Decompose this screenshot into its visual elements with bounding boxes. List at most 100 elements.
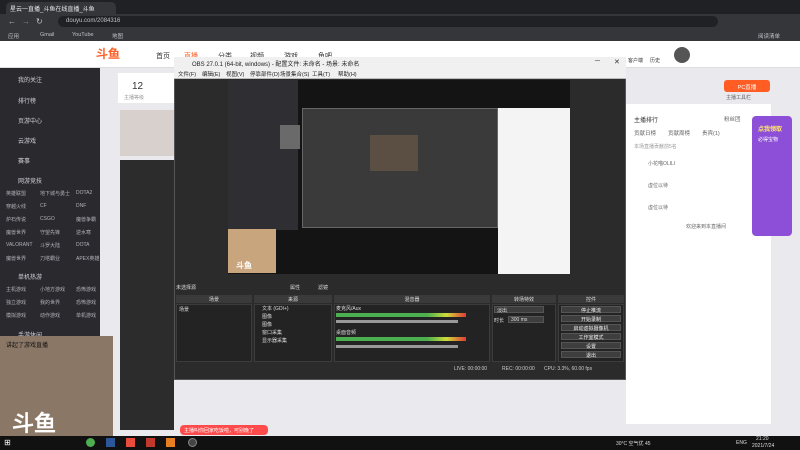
rank-row-3[interactable]: 虚位以待 xyxy=(648,204,668,211)
settings-button[interactable]: 设置 xyxy=(561,342,621,350)
app-icon[interactable] xyxy=(146,438,155,447)
chrome-icon[interactable] xyxy=(86,438,95,447)
sidebar-game[interactable]: 穿越火线 xyxy=(6,203,26,210)
tab-weekly-rank[interactable]: 贡献周榜 xyxy=(668,129,690,137)
browser-tab[interactable]: 星云一直播_斗鱼在线直播_斗鱼 xyxy=(6,2,116,14)
back-icon[interactable]: ← xyxy=(8,17,16,26)
sidebar-game[interactable]: DNF xyxy=(76,203,86,209)
weather-status[interactable]: 30°C 空气优 45 xyxy=(616,440,651,447)
exit-button[interactable]: 退出 xyxy=(561,351,621,359)
tab-streamer-rank[interactable]: 主播排行 xyxy=(634,115,658,124)
desktop-volume-meter xyxy=(336,337,466,341)
header-history[interactable]: 历史 xyxy=(650,57,660,64)
desktop-volume-slider[interactable] xyxy=(336,345,458,348)
source-item[interactable]: 显示器采集 xyxy=(262,337,287,344)
scene-item[interactable]: 场景 xyxy=(179,306,189,313)
tab-fan-club[interactable]: 粉丝团 xyxy=(724,115,741,123)
sidebar-game[interactable]: 动作游戏 xyxy=(40,312,60,319)
rank-row-1[interactable]: 小花喵OLILI xyxy=(648,160,675,167)
header-client[interactable]: 客户端 xyxy=(628,57,643,64)
menu-tools[interactable]: 工具(T) xyxy=(312,70,330,78)
avatar[interactable] xyxy=(674,47,690,63)
sidebar-game[interactable]: 主机游戏 xyxy=(6,286,26,293)
pc-live-button[interactable]: PC直播 xyxy=(724,80,770,92)
duration-input[interactable]: 300 ms xyxy=(508,316,544,323)
mic-volume-slider[interactable] xyxy=(336,320,458,323)
reload-icon[interactable]: ↻ xyxy=(36,17,43,26)
rank-row-2[interactable]: 虚位以待 xyxy=(648,182,668,189)
streamer-avatar[interactable] xyxy=(120,110,174,156)
menu-docks[interactable]: 停靠部件(D) xyxy=(250,70,280,78)
menu-scene-collection[interactable]: 场景集合(S) xyxy=(280,70,309,78)
douyu-logo[interactable]: 斗鱼 xyxy=(96,45,136,63)
sidebar-game[interactable]: 地下城与勇士 xyxy=(40,190,70,197)
menu-edit[interactable]: 编辑(E) xyxy=(202,70,220,78)
windows-start-icon[interactable]: ⊞ xyxy=(4,438,11,447)
sidebar-game[interactable]: 独立游戏 xyxy=(6,299,26,306)
sidebar-item-webgame[interactable]: 页游中心 xyxy=(18,116,42,125)
properties-button[interactable]: 属性 xyxy=(290,284,300,291)
sidebar-game[interactable]: APEX英雄 xyxy=(76,255,99,262)
tab-vip[interactable]: 贵宾(1) xyxy=(702,129,720,137)
sidebar-item-cloudgame[interactable]: 云游戏 xyxy=(18,136,36,145)
filters-button[interactable]: 滤镜 xyxy=(318,284,328,291)
word-icon[interactable] xyxy=(106,438,115,447)
start-recording-button[interactable]: 开始录制 xyxy=(561,315,621,323)
sidebar-game[interactable]: 我的世界 xyxy=(40,299,60,306)
reading-list[interactable]: 阅读清单 xyxy=(758,32,780,40)
notification-banner[interactable]: 主播叫你回家吃饭啦，可别晚了 xyxy=(180,425,268,435)
bookmark-apps[interactable]: 应用 xyxy=(8,32,19,40)
sidebar-game[interactable]: 刀塔霸业 xyxy=(40,255,60,262)
app-icon[interactable] xyxy=(166,438,175,447)
sidebar-game[interactable]: VALORANT xyxy=(6,242,33,248)
nav-home[interactable]: 首页 xyxy=(156,51,170,61)
menu-help[interactable]: 帮助(H) xyxy=(338,70,357,78)
sidebar-game[interactable]: 恐怖游戏 xyxy=(76,286,96,293)
transition-select[interactable]: 淡出 xyxy=(494,306,544,314)
tab-daily-rank[interactable]: 贡献日榜 xyxy=(634,129,656,137)
sidebar-game[interactable]: 魔兽世界 xyxy=(6,229,26,236)
input-language[interactable]: ENG xyxy=(736,440,747,446)
sidebar-item-rank[interactable]: 排行榜 xyxy=(18,96,36,105)
sidebar-game[interactable]: 斗罗大陆 xyxy=(40,242,60,249)
source-item[interactable]: 图像 xyxy=(262,321,272,328)
video-player[interactable] xyxy=(120,160,174,430)
promo-banner[interactable]: 点我领取 必得宝物 xyxy=(752,116,792,236)
sidebar-game[interactable]: 魔兽世界 xyxy=(6,255,26,262)
source-item[interactable]: 窗口采集 xyxy=(262,329,282,336)
sidebar-game[interactable]: DOTA xyxy=(76,242,90,248)
sidebar-game[interactable]: 小地方游戏 xyxy=(40,286,65,293)
windows-taskbar: ⊞ 30°C 空气优 45 ENG 21:20 2021/7/24 xyxy=(0,436,800,450)
sidebar-game[interactable]: 英雄联盟 xyxy=(6,190,26,197)
sidebar-game[interactable]: 模拟游戏 xyxy=(6,312,26,319)
obs-icon[interactable] xyxy=(188,438,197,447)
studio-mode-button[interactable]: 工作室模式 xyxy=(561,333,621,341)
bookmark-maps[interactable]: 地图 xyxy=(112,32,123,40)
sidebar-game[interactable]: CF xyxy=(40,203,47,209)
bookmark-youtube[interactable]: YouTube xyxy=(72,32,94,38)
menu-view[interactable]: 视图(V) xyxy=(226,70,244,78)
forward-icon[interactable]: → xyxy=(22,17,30,26)
sidebar-game[interactable]: 魔兽争霸 xyxy=(76,216,96,223)
sidebar-game[interactable]: CSGO xyxy=(40,216,55,222)
minimize-icon[interactable]: ─ xyxy=(595,58,600,65)
bookmark-gmail[interactable]: Gmail xyxy=(40,32,54,38)
clock-date[interactable]: 2021/7/24 xyxy=(752,443,774,449)
sidebar-game[interactable]: 恐怖游戏 xyxy=(76,299,96,306)
stop-streaming-button[interactable]: 停止推流 xyxy=(561,306,621,314)
sidebar-game[interactable]: DOTA2 xyxy=(76,190,92,196)
clock-time[interactable]: 21:20 xyxy=(756,436,769,442)
virtual-camera-button[interactable]: 启动虚拟摄像机 xyxy=(561,324,621,332)
menu-file[interactable]: 文件(F) xyxy=(178,70,196,78)
sidebar-game[interactable]: 单机游戏 xyxy=(76,312,96,319)
close-icon[interactable]: ✕ xyxy=(614,58,620,66)
sidebar-item-events[interactable]: 赛事 xyxy=(18,156,30,165)
app-icon[interactable] xyxy=(126,438,135,447)
sidebar-item-follow[interactable]: 我的关注 xyxy=(18,75,42,84)
sidebar-game[interactable]: 守望先锋 xyxy=(40,229,60,236)
sidebar-game[interactable]: 炉石传说 xyxy=(6,216,26,223)
sidebar-game[interactable]: 逆水寒 xyxy=(76,229,91,236)
source-item[interactable]: 文本 (GDI+) xyxy=(262,305,289,312)
source-item[interactable]: 图像 xyxy=(262,313,272,320)
address-bar[interactable]: douyu.com/2084316 xyxy=(58,16,718,27)
